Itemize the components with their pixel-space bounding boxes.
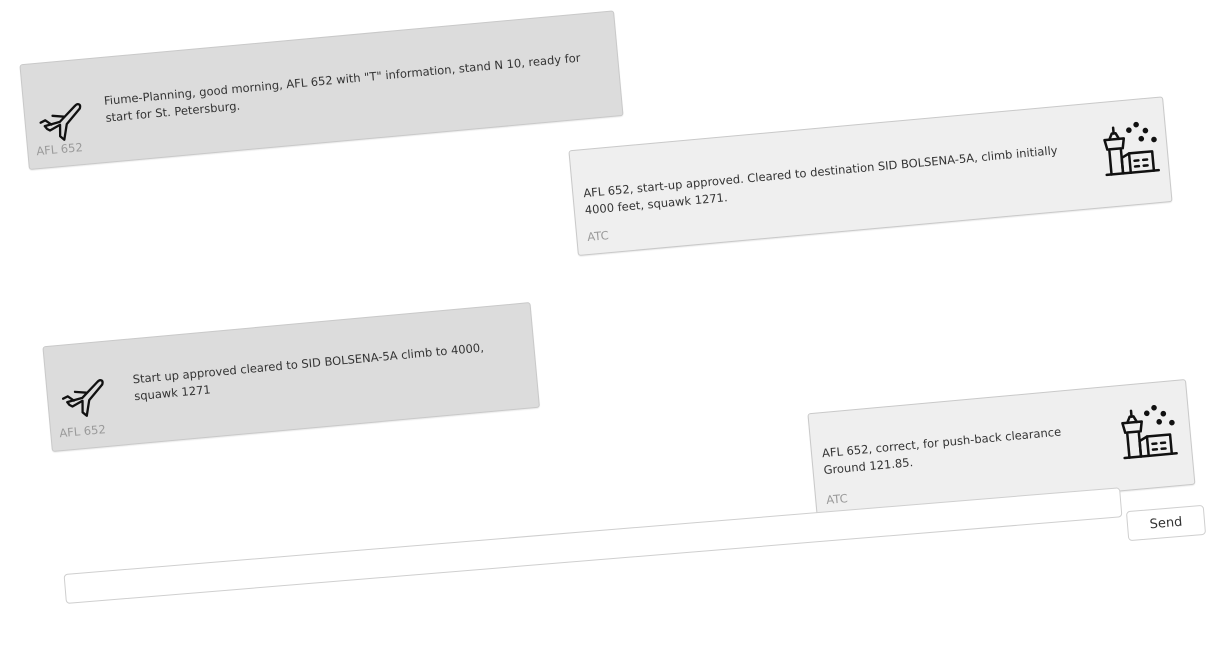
airplane-icon	[36, 94, 86, 144]
message-sender: AFL 652	[35, 140, 84, 159]
chat-message-pilot: Fiume-Planning, good morning, AFL 652 wi…	[19, 10, 624, 171]
message-sender: ATC	[586, 228, 610, 245]
chat-message-atc: AFL 652, start-up approved. Cleared to d…	[568, 96, 1173, 256]
message-sender: ATC	[825, 491, 849, 508]
message-text: Fiume-Planning, good morning, AFL 652 wi…	[103, 50, 582, 125]
control-tower-icon	[1117, 399, 1180, 462]
message-text: AFL 652, start-up approved. Cleared to d…	[582, 143, 1059, 218]
chat-stage: Fiume-Planning, good morning, AFL 652 wi…	[0, 0, 1232, 655]
message-text: AFL 652, correct, for push-back clearanc…	[821, 424, 1062, 478]
message-sender: AFL 652	[58, 422, 107, 441]
control-tower-icon	[1099, 116, 1162, 179]
chat-message-pilot: Start up approved cleared to SID BOLSENA…	[42, 302, 540, 452]
message-text: Start up approved cleared to SID BOLSENA…	[132, 340, 485, 404]
airplane-icon	[58, 370, 108, 420]
